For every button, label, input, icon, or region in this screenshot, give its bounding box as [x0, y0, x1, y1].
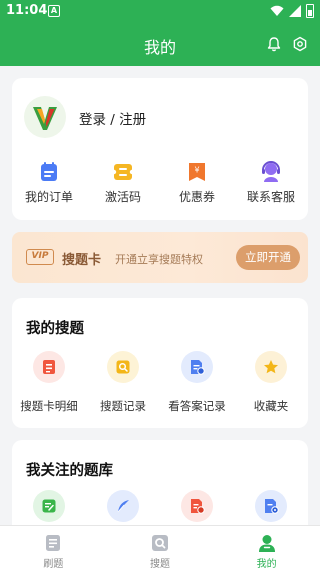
edit-note-icon	[33, 490, 65, 522]
quick-action-label: 优惠券	[178, 190, 215, 204]
app-logo-icon	[33, 107, 57, 130]
activation-code-icon	[111, 164, 135, 180]
title-bar: 我的	[0, 24, 320, 66]
profile-icon	[258, 535, 275, 552]
signal-icon	[289, 5, 301, 17]
answer-record-icon	[181, 351, 213, 383]
status-time: 11:04	[6, 3, 48, 18]
quick-action-customer-service[interactable]: 联系客服	[234, 154, 308, 210]
my-search-items: 搜题卡明细 搜题记录 看答案记录 收藏夹	[12, 351, 308, 419]
search-card-detail-item[interactable]: 搜题卡明细	[12, 351, 86, 419]
search-icon	[152, 535, 168, 551]
quick-action-label: 联系客服	[246, 190, 295, 204]
nav-tab-practice[interactable]: 刷题	[0, 526, 107, 571]
section-title: 我关注的题库	[26, 463, 113, 479]
app-header: 11:04 A 我的	[0, 0, 320, 66]
profile-card: 登录 / 注册 我的订单 激活码 ¥ 优惠券 联系客服	[12, 78, 308, 220]
card-detail-icon	[33, 351, 65, 383]
open-vip-button[interactable]: 立即开通	[236, 245, 300, 270]
order-icon	[41, 162, 57, 181]
quick-action-activation-code[interactable]: 激活码	[86, 154, 160, 210]
star-icon	[255, 351, 287, 383]
vip-description: 开通立享搜题特权	[115, 253, 203, 266]
customer-service-icon	[262, 161, 280, 182]
avatar[interactable]	[24, 96, 66, 138]
battery-icon	[306, 4, 314, 18]
doc-gear-icon	[255, 490, 287, 522]
status-bar: 11:04 A	[0, 0, 320, 24]
login-register-link[interactable]: 登录 / 注册	[79, 108, 146, 128]
item-label: 收藏夹	[253, 399, 289, 413]
doc-time-icon	[181, 490, 213, 522]
nav-label: 搜题	[150, 559, 170, 570]
quick-action-label: 激活码	[104, 190, 141, 204]
vip-badge-icon: VIP	[26, 249, 54, 265]
practice-icon	[46, 535, 61, 551]
answer-record-item[interactable]: 看答案记录	[160, 351, 234, 419]
svg-text:¥: ¥	[194, 166, 199, 175]
quick-action-coupons[interactable]: ¥ 优惠券	[160, 154, 234, 210]
nav-tab-search[interactable]: 搜题	[107, 526, 214, 571]
notification-icon: A	[48, 5, 60, 17]
bell-icon[interactable]	[266, 36, 282, 52]
vip-title: 搜题卡	[62, 253, 102, 268]
nav-label: 刷题	[43, 559, 64, 570]
quick-actions: 我的订单 激活码 ¥ 优惠券 联系客服	[12, 154, 308, 210]
quick-action-label: 我的订单	[24, 190, 73, 204]
nav-label: 我的	[256, 559, 277, 570]
search-record-item[interactable]: 搜题记录	[86, 351, 160, 419]
item-label: 搜题记录	[100, 399, 146, 413]
item-label: 搜题卡明细	[20, 399, 78, 413]
status-indicators	[270, 4, 314, 18]
wifi-icon	[270, 5, 284, 16]
feather-icon	[107, 490, 139, 522]
gear-icon[interactable]	[292, 36, 308, 52]
favorites-item[interactable]: 收藏夹	[234, 351, 308, 419]
search-record-icon	[107, 351, 139, 383]
quick-action-orders[interactable]: 我的订单	[12, 154, 86, 210]
my-search-card: 我的搜题 搜题卡明细 搜题记录 看答案记录 收藏夹	[12, 298, 308, 428]
item-label: 看答案记录	[168, 399, 226, 413]
coupon-icon: ¥	[189, 163, 205, 181]
section-title: 我的搜题	[26, 321, 84, 337]
nav-tab-profile[interactable]: 我的	[213, 526, 320, 571]
vip-banner[interactable]: VIP 搜题卡 开通立享搜题特权 立即开通	[12, 232, 308, 283]
bottom-nav: 刷题 搜题 我的	[0, 525, 320, 571]
